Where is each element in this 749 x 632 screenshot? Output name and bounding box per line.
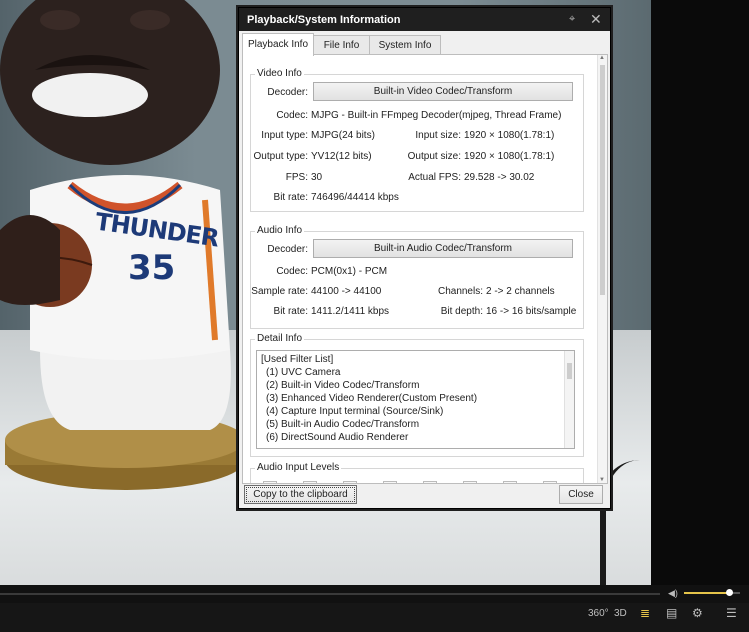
playlist-search-icon[interactable]: ≣ — [640, 606, 650, 620]
tab-system-info[interactable]: System Info — [369, 35, 441, 55]
actual-fps-label: Actual FPS: — [408, 172, 461, 183]
output-size-label: Output size: — [407, 151, 461, 162]
level-meter — [343, 481, 357, 483]
volume-knob[interactable] — [725, 589, 733, 596]
audio-info-label: Audio Info — [255, 225, 305, 236]
input-type-label: Input type: — [261, 130, 308, 141]
input-size-label: Input size: — [415, 130, 461, 141]
360-icon[interactable]: 360° — [588, 608, 609, 619]
actual-fps-value: 29.528 -> 30.02 — [464, 172, 535, 183]
copy-to-clipboard-button[interactable]: Copy to the clipboard — [244, 485, 357, 504]
codec-label: Codec: — [276, 110, 308, 121]
detail-info-label: Detail Info — [255, 333, 305, 344]
bit-depth-value: 16 -> 16 bits/sample — [486, 306, 577, 317]
filter-list-line: (6) DirectSound Audio Renderer — [266, 432, 409, 443]
3d-icon[interactable]: 3D — [614, 608, 627, 619]
video-bitrate-value: 746496/44414 kbps — [311, 192, 399, 203]
audio-decoder-label: Decoder: — [267, 244, 308, 255]
dialog-title: Playback/System Information — [247, 14, 401, 26]
output-size-value: 1920 × 1080(1.78:1) — [464, 151, 555, 162]
tab-file-info[interactable]: File Info — [313, 35, 370, 55]
tab-playback-info[interactable]: Playback Info — [242, 33, 314, 56]
detail-info-group: Detail Info [Used Filter List] (1) UVC C… — [250, 333, 584, 457]
level-meter — [263, 481, 277, 483]
close-icon[interactable]: ✕ — [590, 11, 602, 28]
playback-info-dialog: Playback/System Information ⌖ ✕ Playback… — [238, 7, 611, 509]
filter-list-box[interactable]: [Used Filter List] (1) UVC Camera (2) Bu… — [256, 350, 575, 449]
video-letterbox — [651, 0, 749, 585]
volume-fill — [684, 592, 729, 594]
channels-label: Channels: — [437, 286, 483, 297]
output-type-value: YV12(12 bits) — [311, 151, 372, 162]
output-type-label: Output type: — [253, 151, 308, 162]
close-button[interactable]: Close — [559, 485, 603, 504]
level-meter — [303, 481, 317, 483]
level-meter — [383, 481, 397, 483]
codec-value: MJPG - Built-in FFmpeg Decoder(mjpeg, Th… — [311, 110, 562, 121]
level-meter — [543, 481, 557, 483]
channels-value: 2 -> 2 channels — [486, 286, 555, 297]
jersey-number: 35 — [128, 248, 176, 288]
sample-rate-label: Sample rate: — [251, 286, 308, 297]
volume-icon[interactable]: ◀) — [668, 588, 678, 599]
level-meter — [423, 481, 437, 483]
level-meter — [503, 481, 517, 483]
audio-codec-label: Codec: — [276, 266, 308, 277]
input-type-value: MJPG(24 bits) — [311, 130, 375, 141]
playback-info-panel: Video Info Decoder: Built-in Video Codec… — [242, 54, 608, 484]
filter-list-scrollbar[interactable] — [564, 351, 574, 448]
sample-rate-value: 44100 -> 44100 — [311, 286, 382, 297]
video-info-group: Video Info Decoder: Built-in Video Codec… — [250, 68, 584, 212]
fps-value: 30 — [311, 172, 323, 183]
audio-bitrate-value: 1411.2/1411 kbps — [311, 306, 390, 317]
bit-depth-label: Bit depth: — [440, 306, 483, 317]
audio-decoder-button[interactable]: Built-in Audio Codec/Transform — [313, 239, 573, 258]
level-meter — [463, 481, 477, 483]
input-size-value: 1920 × 1080(1.78:1) — [464, 130, 555, 141]
video-decoder-label: Decoder: — [267, 87, 308, 98]
subtitle-icon[interactable]: ▤ — [666, 606, 677, 620]
settings-gear-icon[interactable]: ⚙ — [692, 606, 703, 620]
filter-list-line: (5) Built-in Audio Codec/Transform — [266, 419, 420, 430]
filter-list-scroll-thumb[interactable] — [567, 363, 572, 379]
seek-bar[interactable] — [0, 585, 749, 603]
audio-levels-group: Audio Input Levels — [250, 462, 584, 483]
scroll-down-icon[interactable]: ▼ — [599, 477, 605, 483]
video-decoder-button[interactable]: Built-in Video Codec/Transform — [313, 82, 573, 101]
filter-list-line: (3) Enhanced Video Renderer(Custom Prese… — [266, 393, 478, 404]
filter-list-line: [Used Filter List] — [261, 354, 334, 365]
audio-level-meters — [263, 481, 573, 483]
fps-label: FPS: — [285, 172, 308, 183]
audio-levels-label: Audio Input Levels — [255, 462, 342, 473]
audio-info-group: Audio Info Decoder: Built-in Audio Codec… — [250, 225, 584, 329]
scroll-up-icon[interactable]: ▲ — [599, 55, 605, 61]
seek-track[interactable] — [0, 593, 660, 595]
volume-slider[interactable] — [684, 589, 740, 596]
filter-list-line: (1) UVC Camera — [266, 367, 341, 378]
dialog-titlebar[interactable]: Playback/System Information ⌖ ✕ — [239, 8, 610, 31]
panel-scroll-thumb[interactable] — [600, 65, 605, 295]
filter-list-line: (2) Built-in Video Codec/Transform — [266, 380, 420, 391]
filter-list-line: (4) Capture Input terminal (Source/Sink) — [266, 406, 444, 417]
audio-bitrate-label: Bit rate: — [273, 306, 308, 317]
video-bitrate-label: Bit rate: — [273, 192, 308, 203]
pin-icon[interactable]: ⌖ — [569, 13, 575, 26]
panel-scrollbar[interactable]: ▲ ▼ — [597, 55, 607, 483]
menu-icon[interactable]: ☰ — [726, 606, 737, 620]
video-info-label: Video Info — [255, 68, 304, 79]
control-bar — [0, 603, 749, 632]
audio-codec-value: PCM(0x1) - PCM — [311, 266, 388, 277]
